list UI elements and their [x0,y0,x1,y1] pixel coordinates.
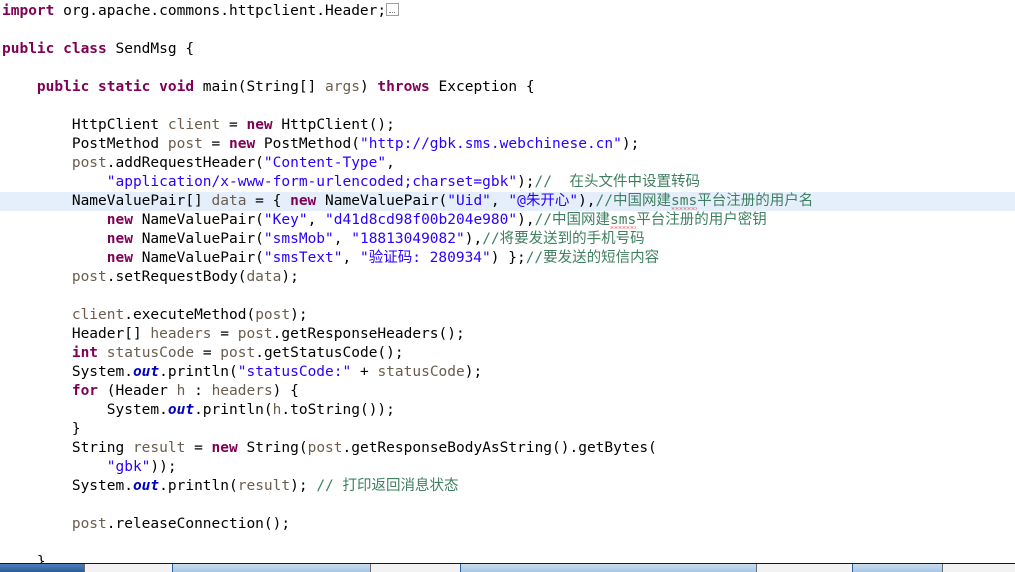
taskbar-button[interactable] [852,564,944,572]
os-taskbar-strip[interactable] [0,563,1015,572]
code-line[interactable]: HttpClient client = new HttpClient(); [0,116,1015,135]
string-charset: "gbk" [106,459,151,475]
code-line[interactable]: post.addRequestHeader("Content-Type", [0,154,1015,173]
taskbar-slot[interactable] [942,564,1015,572]
code-line[interactable]: new NameValuePair("smsText", "验证码: 28093… [0,249,1015,268]
code-line-current[interactable]: NameValuePair[] data = { new NameValuePa… [0,192,1015,211]
code-line[interactable]: "gbk")); [0,458,1015,477]
static-field-out: out [132,364,160,380]
static-field-out: out [167,402,195,418]
code-line[interactable]: public static void main(String[] args) t… [0,78,1015,97]
code-line[interactable]: } [0,420,1015,439]
code-line[interactable]: int statusCode = post.getStatusCode(); [0,344,1015,363]
taskbar-button[interactable] [172,564,372,572]
code-line[interactable]: Header[] headers = post.getResponseHeade… [0,325,1015,344]
string-uid-value: "@朱开心" [508,193,579,209]
folding-box-icon[interactable] [386,3,400,16]
code-line[interactable]: new NameValuePair("Key", "d41d8cd98f00b2… [0,211,1015,230]
code-line-blank[interactable] [0,59,1015,78]
comment: // 在头文件中设置转码 [534,174,700,190]
string-key-value: "d41d8cd98f00b204e980" [325,212,518,228]
code-line[interactable]: System.out.println(result); // 打印返回消息状态 [0,477,1015,496]
code-line[interactable]: System.out.println(h.toString()); [0,401,1015,420]
code-line[interactable]: "application/x-www-form-urlencoded;chars… [0,173,1015,192]
taskbar-button[interactable] [460,564,758,572]
code-line[interactable]: new NameValuePair("smsMob", "18813049082… [0,230,1015,249]
misspelled-word: sms [610,212,637,228]
taskbar-body[interactable] [0,564,1015,572]
keyword-import: import [2,3,55,19]
code-line[interactable]: } [0,553,1015,563]
taskbar-slot[interactable] [756,564,854,572]
code-text-area[interactable]: import org.apache.commons.httpclient.Hea… [0,0,1015,563]
comment: //中国网建sms平台注册的用户密钥 [534,212,767,228]
static-field-out: out [132,478,160,494]
code-line-blank[interactable] [0,287,1015,306]
code-line-blank[interactable] [0,496,1015,515]
code-line[interactable]: post.releaseConnection(); [0,515,1015,534]
code-line[interactable]: public class SendMsg { [0,40,1015,59]
code-line-blank[interactable] [0,534,1015,553]
code-line[interactable]: import org.apache.commons.httpclient.Hea… [0,2,1015,21]
code-line[interactable]: System.out.println("statusCode:" + statu… [0,363,1015,382]
code-line[interactable]: String result = new String(post.getRespo… [0,439,1015,458]
comment: //将要发送到的手机号码 [482,231,645,247]
comment: //要发送的短信内容 [525,250,660,266]
code-editor-viewport[interactable]: import org.apache.commons.httpclient.Hea… [0,0,1015,563]
code-line-blank[interactable] [0,97,1015,116]
string-phone-number: "18813049082" [351,231,465,247]
comment: //中国网建sms平台注册的用户名 [595,193,814,209]
string-sms-text: "验证码: 280934" [359,250,491,266]
taskbar-slot[interactable] [370,564,462,572]
string-endpoint-url: "http://gbk.sms.webchinese.cn" [359,136,622,152]
code-line[interactable]: post.setRequestBody(data); [0,268,1015,287]
code-line[interactable]: for (Header h : headers) { [0,382,1015,401]
code-line[interactable]: PostMethod post = new PostMethod("http:/… [0,135,1015,154]
taskbar-slot[interactable] [84,564,174,572]
code-line-blank[interactable] [0,21,1015,40]
code-line[interactable]: client.executeMethod(post); [0,306,1015,325]
misspelled-word: sms [671,193,698,209]
comment: // 打印返回消息状态 [316,478,459,494]
